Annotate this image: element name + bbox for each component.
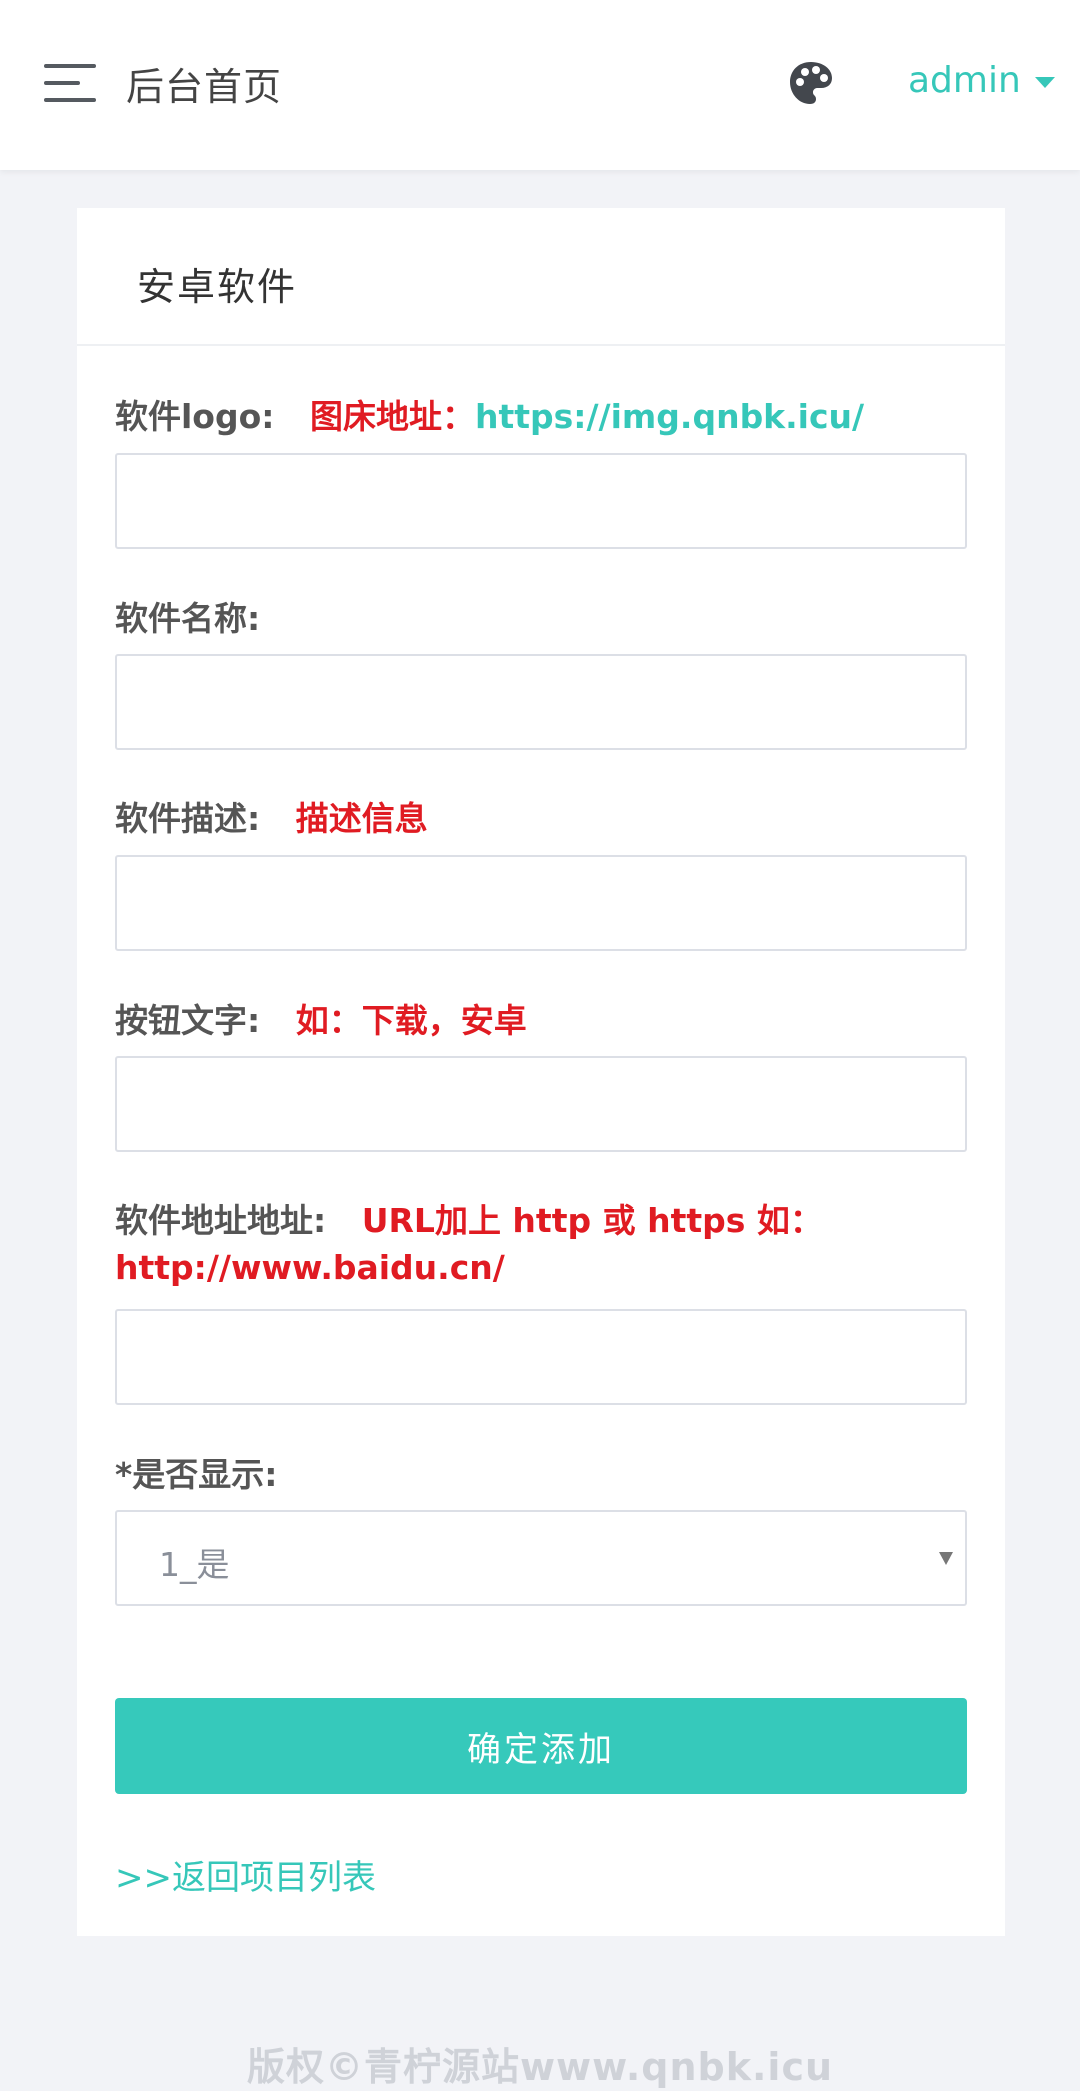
url-input[interactable] xyxy=(115,1309,967,1405)
form-card: 安卓软件 软件logo: 图床地址：https://img.qnbk.icu/ … xyxy=(77,208,1005,1936)
button-text-input[interactable] xyxy=(115,1056,967,1152)
palette-icon[interactable] xyxy=(788,60,834,106)
select-arrow-icon xyxy=(939,1552,953,1565)
url-label-text: 软件地址地址: xyxy=(115,1201,327,1240)
button-text-field-label: 按钮文字: 如：下载，安卓 xyxy=(115,994,527,1042)
desc-hint: 描述信息 xyxy=(295,799,428,838)
display-select[interactable]: 1_是 xyxy=(115,1510,967,1606)
display-field-label: *是否显示: xyxy=(115,1455,278,1494)
image-host-link[interactable]: https://img.qnbk.icu/ xyxy=(475,397,864,436)
footer-copyright: 版权©青柠源站www.qnbk.icu xyxy=(246,2045,834,2089)
name-field-label: 软件名称: xyxy=(115,599,261,638)
submit-button[interactable]: 确定添加 xyxy=(115,1698,967,1794)
logo-field-label: 软件logo: 图床地址：https://img.qnbk.icu/ xyxy=(115,390,864,438)
url-hint-line1: URL加上 http 或 https 如： xyxy=(361,1201,823,1240)
url-hint-line2: http://www.baidu.cn/ xyxy=(115,1248,505,1287)
logo-hint: 图床地址： xyxy=(309,397,475,436)
username: admin xyxy=(908,60,1021,101)
url-field-label: 软件地址地址: URL加上 http 或 https 如： xyxy=(115,1194,823,1242)
page-title: 后台首页 xyxy=(126,65,283,109)
user-menu[interactable]: admin xyxy=(908,60,1055,101)
back-to-list-link[interactable]: >>返回项目列表 xyxy=(115,1850,376,1899)
card-title: 安卓软件 xyxy=(137,265,298,309)
desc-label-text: 软件描述: xyxy=(115,799,261,838)
hamburger-menu-icon[interactable] xyxy=(44,64,96,102)
display-select-value: 1_是 xyxy=(159,1545,230,1584)
top-bar: 后台首页 admin xyxy=(0,0,1080,170)
logo-input[interactable] xyxy=(115,453,967,549)
caret-down-icon xyxy=(1034,76,1055,88)
desc-input[interactable] xyxy=(115,855,967,951)
desc-field-label: 软件描述: 描述信息 xyxy=(115,792,428,840)
button-text-hint: 如：下载，安卓 xyxy=(295,1001,527,1040)
logo-label-text: 软件logo: xyxy=(115,397,275,436)
button-text-label-text: 按钮文字: xyxy=(115,1001,261,1040)
name-input[interactable] xyxy=(115,654,967,750)
